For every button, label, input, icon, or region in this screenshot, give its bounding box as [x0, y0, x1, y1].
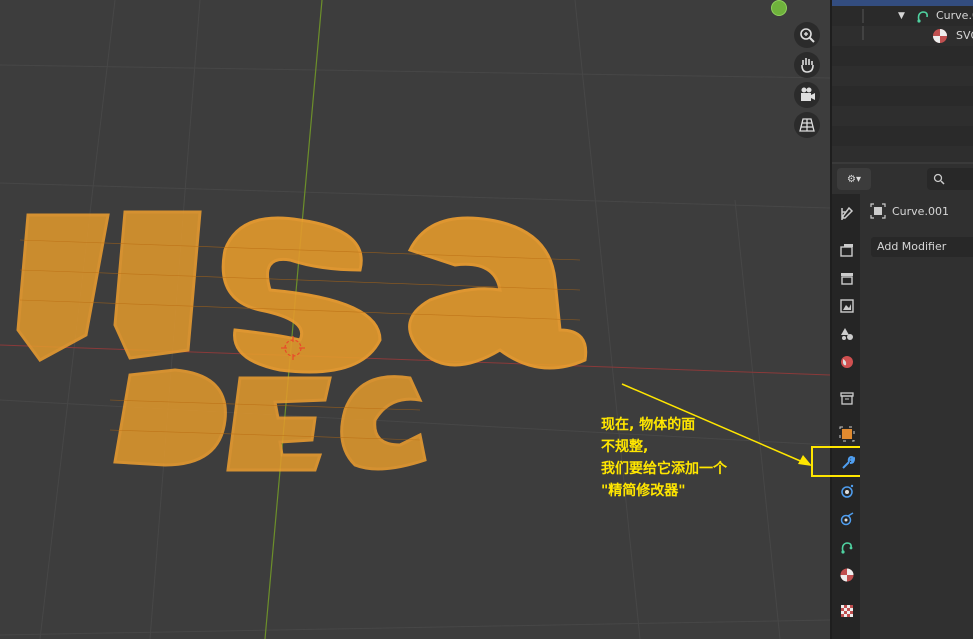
outliner-row[interactable]: ▼ Curve.0 [832, 6, 973, 26]
grid-icon[interactable] [794, 112, 820, 138]
outliner-row[interactable]: SVG [832, 26, 973, 46]
annotation-line: 我们要给它添加一个 [601, 461, 727, 477]
add-modifier-button[interactable]: Add Modifier [871, 237, 973, 257]
annotation-line: 不规整, [601, 439, 649, 455]
particles-icon[interactable] [836, 480, 858, 502]
properties-main [860, 194, 973, 639]
physics-icon[interactable] [836, 508, 858, 530]
material-icon[interactable] [836, 564, 858, 586]
outliner-panel[interactable]: ▼ Curve.0 SVG [832, 0, 973, 162]
tree-line [862, 9, 864, 23]
3d-viewport[interactable]: 现在, 物体的面 不规整, 我们要给它添加一个 "精简修改器" [0, 0, 830, 639]
outliner-item-label: Curve.0 [936, 9, 973, 22]
hand-icon[interactable] [794, 52, 820, 78]
view-layer-icon[interactable] [836, 295, 858, 317]
curve-icon [917, 11, 928, 23]
collection-icon[interactable] [836, 387, 858, 409]
camera-icon[interactable] [794, 82, 820, 108]
object-name: Curve.001 [892, 204, 949, 218]
outliner-row-empty [832, 66, 973, 86]
outliner-row-empty [832, 126, 973, 146]
render-icon[interactable] [836, 239, 858, 261]
editor-type-dropdown[interactable]: ⚙▾ [837, 168, 871, 190]
outliner-row-empty [832, 146, 973, 162]
outliner-row-empty [832, 86, 973, 106]
tool-icon[interactable] [836, 203, 858, 225]
outliner-row-empty [832, 106, 973, 126]
annotation-line: 现在, 物体的面 [601, 417, 696, 433]
text-object-mesh [16, 210, 588, 472]
outliner-item-label: SVG [956, 29, 973, 42]
output-icon[interactable] [836, 267, 858, 289]
world-icon[interactable] [836, 351, 858, 373]
viewport-grid [0, 0, 830, 639]
zoom-icon[interactable] [794, 22, 820, 48]
material-icon [933, 29, 947, 43]
object-name-row: Curve.001 [870, 200, 949, 222]
axis-gizmo-y[interactable] [771, 0, 787, 16]
scene-icon[interactable] [836, 323, 858, 345]
search-icon [933, 173, 945, 185]
object-square-icon [870, 203, 886, 219]
properties-search[interactable] [927, 168, 973, 190]
outliner-row-empty [832, 46, 973, 66]
tree-line [862, 26, 864, 40]
annotation-line: "精简修改器" [601, 483, 686, 499]
object-icon[interactable] [836, 423, 858, 445]
object-data-icon[interactable] [836, 536, 858, 558]
texture-icon[interactable] [836, 600, 858, 622]
annotation-text: 现在, 物体的面 不规整, 我们要给它添加一个 "精简修改器" [601, 414, 727, 502]
expand-arrow-icon[interactable]: ▼ [898, 6, 905, 26]
